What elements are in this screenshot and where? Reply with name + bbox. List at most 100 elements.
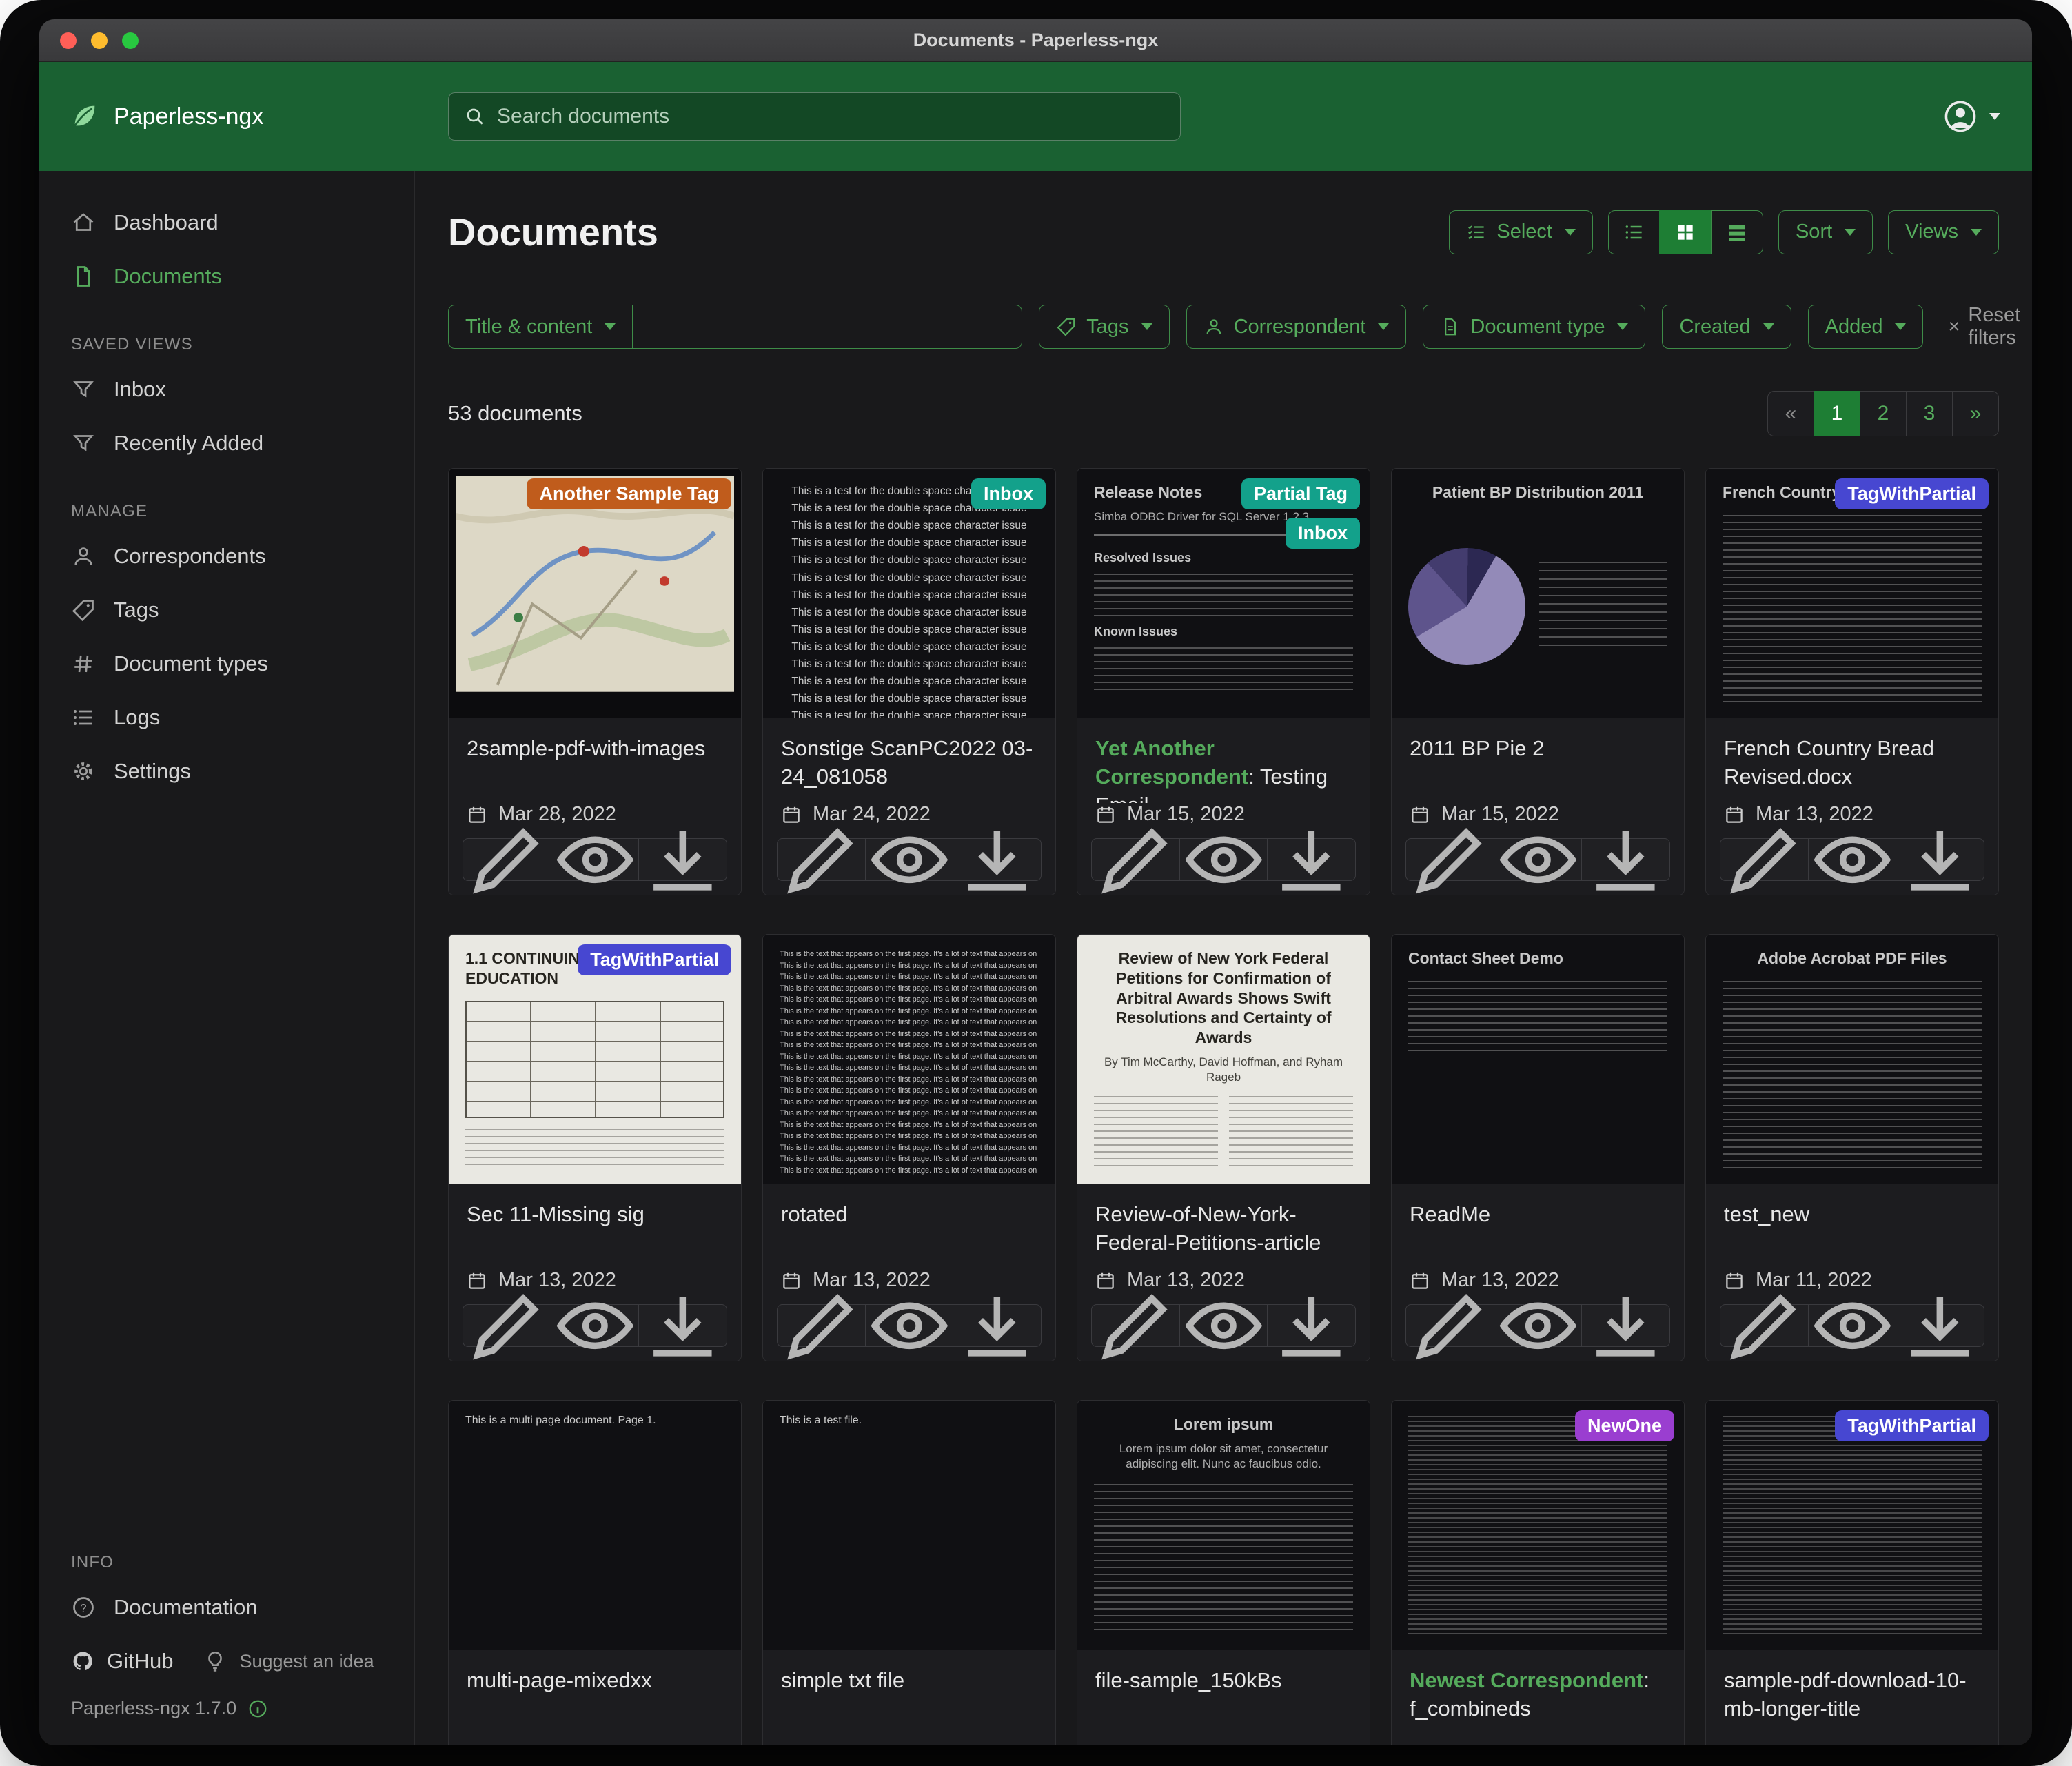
document-card[interactable]: Release NotesSimba ODBC Driver for SQL S…: [1077, 468, 1370, 895]
sidebar-item-recently-added[interactable]: Recently Added: [39, 416, 414, 470]
tag-badge-inbox[interactable]: Inbox: [971, 478, 1046, 509]
download-document-button[interactable]: [638, 1304, 727, 1347]
sidebar-item-settings[interactable]: Settings: [39, 744, 414, 798]
document-thumbnail[interactable]: This is a multi page document. Page 1.: [449, 1401, 741, 1650]
document-thumbnail[interactable]: This is the text that appears on the fir…: [763, 935, 1055, 1184]
document-correspondent[interactable]: Yet Another Correspondent: [1095, 736, 1248, 789]
download-document-button[interactable]: [638, 838, 727, 881]
edit-document-button[interactable]: [1720, 838, 1809, 881]
download-document-button[interactable]: [953, 1304, 1042, 1347]
document-thumbnail[interactable]: Adobe Acrobat PDF Files: [1706, 935, 1998, 1184]
document-title[interactable]: French Country Bread Revised.docx: [1706, 718, 1998, 795]
minimize-window-button[interactable]: [91, 32, 108, 49]
search-input[interactable]: [497, 105, 1165, 128]
view-document-button[interactable]: [1808, 1304, 1897, 1347]
document-card[interactable]: Contact Sheet DemoReadMeMar 13, 2022: [1391, 934, 1685, 1361]
document-thumbnail[interactable]: Another Sample Tag: [449, 469, 741, 718]
filter-tags-button[interactable]: Tags: [1039, 305, 1169, 349]
view-document-button[interactable]: [1808, 838, 1897, 881]
filter-field-button[interactable]: Title & content: [448, 305, 633, 349]
tag-badge-newone[interactable]: NewOne: [1575, 1410, 1674, 1441]
view-document-button[interactable]: [551, 1304, 640, 1347]
sidebar-item-suggest-an-idea[interactable]: Suggest an idea: [203, 1650, 374, 1673]
view-document-button[interactable]: [551, 838, 640, 881]
filter-text-input[interactable]: [633, 305, 1022, 349]
document-title[interactable]: Review-of-New-York-Federal-Petitions-art…: [1077, 1184, 1370, 1261]
document-title[interactable]: simple txt file: [763, 1650, 1055, 1699]
document-title[interactable]: Sec 11-Missing sig: [449, 1184, 741, 1233]
filter-document-type-button[interactable]: Document type: [1423, 305, 1645, 349]
document-title[interactable]: Yet Another Correspondent: Testing Email: [1077, 718, 1370, 803]
tag-badge-partial-tag[interactable]: Partial Tag: [1241, 478, 1360, 509]
filter-correspondent-button[interactable]: Correspondent: [1186, 305, 1407, 349]
download-document-button[interactable]: [1581, 838, 1670, 881]
pagination-page-1[interactable]: 1: [1814, 391, 1860, 436]
edit-document-button[interactable]: [1405, 1304, 1494, 1347]
edit-document-button[interactable]: [777, 838, 866, 881]
sidebar-item-inbox[interactable]: Inbox: [39, 363, 414, 416]
document-card[interactable]: Another Sample Tag2sample-pdf-with-image…: [448, 468, 742, 895]
filter-created-button[interactable]: Created: [1662, 305, 1791, 349]
tag-badge-tagwithpartial[interactable]: TagWithPartial: [1835, 478, 1989, 509]
edit-document-button[interactable]: [1091, 838, 1180, 881]
sidebar-item-documentation[interactable]: ?Documentation: [39, 1581, 414, 1634]
sidebar-item-dashboard[interactable]: Dashboard: [39, 196, 414, 250]
document-title[interactable]: file-sample_150kBs: [1077, 1650, 1370, 1699]
document-card[interactable]: French Country BreadTagWithPartialFrench…: [1705, 468, 1999, 895]
document-title[interactable]: Newest Correspondent: f_combineds: [1392, 1650, 1684, 1727]
view-document-button[interactable]: [1179, 838, 1268, 881]
document-thumbnail[interactable]: Contact Sheet Demo: [1392, 935, 1684, 1184]
document-title[interactable]: Sonstige ScanPC2022 03-24_081058: [763, 718, 1055, 795]
pagination-next-button[interactable]: »: [1952, 391, 1999, 436]
view-grid-small-button[interactable]: [1659, 210, 1712, 254]
document-thumbnail[interactable]: This is a test file.: [763, 1401, 1055, 1650]
document-thumbnail[interactable]: Lorem ipsumLorem ipsum dolor sit amet, c…: [1077, 1401, 1370, 1650]
edit-document-button[interactable]: [1405, 838, 1494, 881]
reset-filters-button[interactable]: × Reset filters: [1948, 304, 2020, 349]
views-button[interactable]: Views: [1888, 210, 1999, 254]
view-document-button[interactable]: [865, 1304, 954, 1347]
document-card[interactable]: Adobe Acrobat PDF Filestest_newMar 11, 2…: [1705, 934, 1999, 1361]
download-document-button[interactable]: [1267, 1304, 1356, 1347]
edit-document-button[interactable]: [1091, 1304, 1180, 1347]
pagination-page-2[interactable]: 2: [1860, 391, 1907, 436]
download-document-button[interactable]: [953, 838, 1042, 881]
zoom-window-button[interactable]: [122, 32, 139, 49]
view-document-button[interactable]: [865, 838, 954, 881]
sort-button[interactable]: Sort: [1778, 210, 1873, 254]
document-card[interactable]: This is a test file.simple txt file: [762, 1400, 1056, 1745]
document-thumbnail[interactable]: This is a test for the double space char…: [763, 469, 1055, 718]
document-thumbnail[interactable]: Release NotesSimba ODBC Driver for SQL S…: [1077, 469, 1370, 718]
sidebar-item-documents[interactable]: Documents: [39, 250, 414, 303]
download-document-button[interactable]: [1581, 1304, 1670, 1347]
pagination-prev-button[interactable]: «: [1767, 391, 1814, 436]
select-button[interactable]: Select: [1449, 210, 1593, 254]
document-thumbnail[interactable]: TagWithPartial: [1706, 1401, 1998, 1650]
view-document-button[interactable]: [1179, 1304, 1268, 1347]
download-document-button[interactable]: [1896, 838, 1984, 881]
document-correspondent[interactable]: Newest Correspondent: [1410, 1668, 1643, 1692]
view-grid-large-button[interactable]: [1711, 210, 1763, 254]
view-document-button[interactable]: [1494, 838, 1583, 881]
edit-document-button[interactable]: [777, 1304, 866, 1347]
document-card[interactable]: Review of New York Federal Petitions for…: [1077, 934, 1370, 1361]
filter-added-button[interactable]: Added: [1808, 305, 1924, 349]
document-title[interactable]: sample-pdf-download-10-mb-longer-title: [1706, 1650, 1998, 1727]
document-thumbnail[interactable]: Review of New York Federal Petitions for…: [1077, 935, 1370, 1184]
user-menu[interactable]: [1942, 99, 2000, 134]
sidebar-item-tags[interactable]: Tags: [39, 583, 414, 637]
document-card[interactable]: 1.1 CONTINUING MEDICAL EDUCATIONTagWithP…: [448, 934, 742, 1361]
document-card[interactable]: Patient BP Distribution 20112011 BP Pie …: [1391, 468, 1685, 895]
sidebar-item-logs[interactable]: Logs: [39, 691, 414, 744]
document-card[interactable]: This is a multi page document. Page 1.mu…: [448, 1400, 742, 1745]
document-title[interactable]: multi-page-mixedxx: [449, 1650, 741, 1699]
document-title[interactable]: 2sample-pdf-with-images: [449, 718, 741, 767]
document-thumbnail[interactable]: NewOne: [1392, 1401, 1684, 1650]
sidebar-item-document-types[interactable]: Document types: [39, 637, 414, 691]
download-document-button[interactable]: [1896, 1304, 1984, 1347]
document-title[interactable]: test_new: [1706, 1184, 1998, 1233]
download-document-button[interactable]: [1267, 838, 1356, 881]
edit-document-button[interactable]: [1720, 1304, 1809, 1347]
tag-badge-inbox[interactable]: Inbox: [1286, 518, 1360, 549]
pagination-page-3[interactable]: 3: [1906, 391, 1953, 436]
